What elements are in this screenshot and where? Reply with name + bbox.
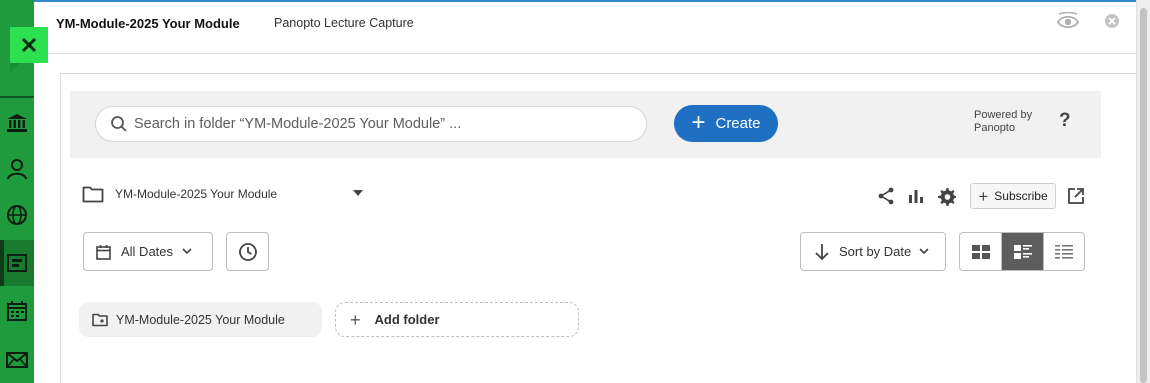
grid-view-icon: [971, 244, 990, 259]
add-folder-button[interactable]: + Add folder: [335, 302, 579, 337]
subscribe-button[interactable]: + Subscribe: [970, 183, 1056, 209]
calendar-icon: [96, 244, 111, 260]
visibility-icon[interactable]: [1056, 12, 1080, 32]
chevron-down-icon[interactable]: [353, 190, 363, 196]
folder-icon: [92, 313, 108, 326]
scrollbar-thumb[interactable]: [1140, 8, 1147, 383]
person-icon: [7, 159, 27, 180]
subfolder-chip[interactable]: YM-Module-2025 Your Module: [79, 302, 322, 337]
close-icon: [21, 37, 37, 53]
plus-icon: +: [350, 309, 361, 330]
sort-label: Sort by Date: [839, 244, 912, 259]
sort-dropdown[interactable]: Sort by Date: [800, 232, 946, 271]
sidebar-item-institution[interactable]: [0, 100, 34, 146]
chevron-down-icon: [182, 248, 192, 255]
module-title: YM-Module-2025 Your Module: [56, 16, 240, 31]
list-view-icon: [1054, 244, 1073, 259]
subfolder-name: YM-Module-2025 Your Module: [116, 312, 285, 327]
powered-by: Powered by Panopto: [974, 109, 1032, 135]
sidebar-item-calendar[interactable]: [0, 288, 34, 334]
clock-icon: [238, 242, 257, 261]
folder-icon: [82, 186, 104, 203]
open-external-button[interactable]: [1066, 186, 1086, 206]
grid-view-button[interactable]: [960, 233, 1002, 270]
recent-button[interactable]: [226, 232, 269, 271]
dismiss-icon[interactable]: [1104, 13, 1120, 29]
mail-icon: [6, 352, 28, 368]
search-band: + Create Powered by Panopto ?: [70, 91, 1101, 158]
powered-by-line: Powered by: [974, 109, 1033, 121]
scrollbar[interactable]: [1136, 0, 1150, 383]
chevron-down-icon: [919, 248, 929, 255]
help-button[interactable]: ?: [1059, 110, 1071, 132]
search-icon: [111, 116, 127, 132]
detail-view-button[interactable]: [1001, 233, 1043, 270]
settings-button[interactable]: [936, 186, 956, 206]
folder-name: YM-Module-2025 Your Module: [115, 187, 278, 201]
share-icon: [878, 187, 894, 205]
bar-chart-icon: [909, 190, 923, 203]
globe-icon: [7, 205, 27, 225]
gear-icon: [937, 187, 956, 206]
date-filter-dropdown[interactable]: All Dates: [83, 232, 213, 271]
create-button[interactable]: + Create: [674, 105, 778, 142]
arrow-down-icon: [815, 243, 829, 260]
sidebar-item-globe[interactable]: [0, 192, 34, 238]
institution-icon: [7, 114, 27, 132]
tool-name: Panopto Lecture Capture: [274, 16, 414, 30]
close-panel-button[interactable]: [10, 27, 48, 73]
folder-actions: + Subscribe: [876, 183, 1096, 209]
subscribe-label: Subscribe: [994, 189, 1048, 203]
stats-button[interactable]: [906, 186, 926, 206]
search-box[interactable]: [95, 106, 647, 142]
sidebar-item-profile[interactable]: [0, 146, 34, 192]
search-input[interactable]: [134, 116, 634, 132]
tool-header: YM-Module-2025 Your Module Panopto Lectu…: [34, 0, 1136, 54]
sidebar-divider: [0, 96, 34, 98]
add-folder-label: Add folder: [374, 312, 440, 327]
folder-selector[interactable]: YM-Module-2025 Your Module: [82, 182, 372, 206]
calendar-icon: [7, 301, 27, 321]
courses-icon: [7, 254, 27, 272]
external-link-icon: [1068, 188, 1084, 204]
view-switcher: [959, 232, 1085, 271]
plus-icon: +: [691, 108, 706, 136]
date-filter-label: All Dates: [121, 244, 174, 259]
panopto-brand: Panopto: [974, 122, 1015, 134]
create-label: Create: [715, 115, 761, 132]
panopto-frame: + Create Powered by Panopto ? YM-Module-…: [60, 73, 1138, 383]
share-button[interactable]: [876, 186, 896, 206]
sidebar-item-mail[interactable]: [0, 337, 34, 383]
plus-icon: +: [978, 186, 989, 206]
detail-view-icon: [1013, 244, 1032, 259]
sidebar-item-courses[interactable]: [0, 240, 34, 286]
list-view-button[interactable]: [1042, 233, 1084, 270]
